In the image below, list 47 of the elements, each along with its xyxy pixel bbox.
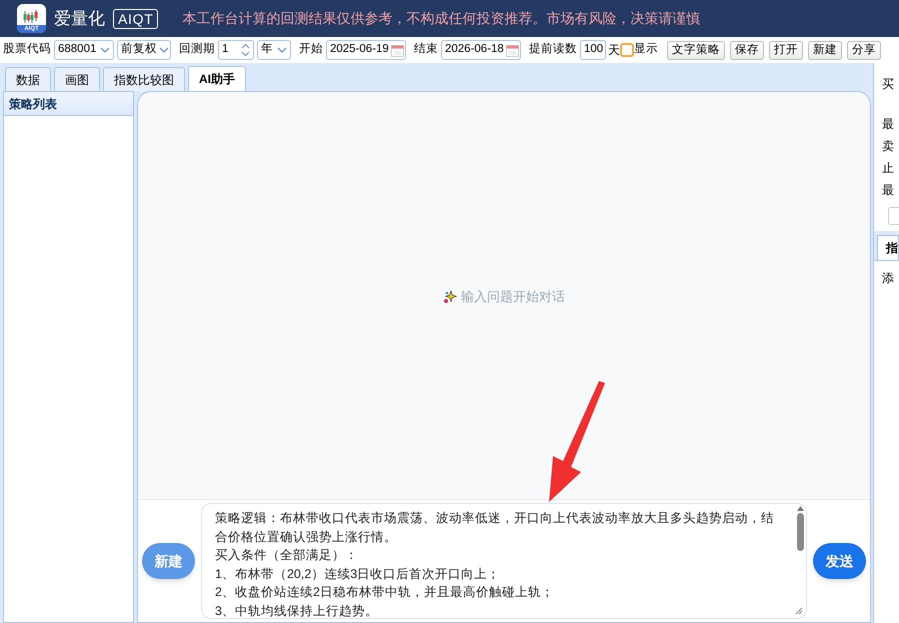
field-label: 最	[882, 116, 895, 133]
dropdown-icon	[100, 47, 110, 53]
send-button[interactable]: 发送	[813, 543, 866, 579]
stock-code-label: 股票代码	[3, 42, 51, 58]
dropdown-icon	[159, 47, 169, 53]
toolbar-button[interactable]: 文字策略	[667, 40, 725, 60]
period-spinner[interactable]: 1	[218, 40, 254, 60]
end-label: 结束	[414, 42, 438, 58]
spinner-icon	[241, 43, 250, 57]
period-unit-select[interactable]: 年	[257, 40, 291, 60]
sparkle-icon	[443, 290, 457, 304]
adjust-select[interactable]: 前复权	[117, 40, 171, 60]
dropdown-icon	[277, 47, 287, 53]
app-badge: AIQT	[113, 8, 158, 28]
end-date-field[interactable]: 2026-06-18	[441, 40, 521, 60]
calendar-icon	[390, 44, 404, 56]
toolbar-button[interactable]: 保存	[730, 40, 764, 60]
toolbar-button[interactable]: 打开	[769, 40, 803, 60]
tab[interactable]: 数据	[5, 67, 51, 91]
calendar-icon	[506, 44, 519, 56]
field-label: 添	[882, 270, 895, 287]
disclaimer-text: 本工作台计算的回测结果仅供参考，不构成任何投资推荐。市场有风险，决策请谨慎	[182, 9, 700, 28]
show-label: 显示	[634, 42, 658, 58]
scroll-up-icon[interactable]	[796, 506, 804, 511]
toolbar-button[interactable]: 新建	[808, 40, 842, 60]
tab[interactable]: AI助手	[188, 66, 246, 91]
toolbar-button[interactable]: 分享	[847, 40, 881, 60]
empty-chat-hint: 输入问题开始对话	[461, 288, 565, 306]
message-field[interactable]: 策略逻辑：布林带收口代表市场震荡、波动率低迷，开口向上代表波动率放大且多头趋势启动，结合价格位置确认强势上涨行情。 买入条件（全部满足）： 1、布林带（20,2）连续3日收口后首次开口向上； 2、收盘价站连续2日稳布林带中轨，并且最高价触碰上轨； 3、中轨均线保持上行趋势。	[201, 503, 807, 619]
field-label: 买	[882, 76, 895, 93]
panel-title: 策略列表	[9, 96, 57, 112]
field-label: 卖	[882, 138, 895, 155]
period-label: 回测期	[179, 42, 215, 58]
field-label: 最	[882, 182, 895, 199]
start-date-field[interactable]: 2025-06-19	[326, 40, 406, 60]
field-label: 止	[882, 160, 895, 177]
tab[interactable]: 画图	[54, 67, 100, 91]
preload-label: 提前读数	[529, 42, 577, 58]
tab[interactable]: 指	[877, 235, 899, 260]
tab[interactable]: 指数比较图	[103, 67, 185, 91]
preload-field[interactable]: 100	[580, 40, 606, 60]
preload-unit: 天	[608, 42, 620, 59]
start-label: 开始	[299, 42, 323, 58]
show-checkbox[interactable]	[620, 43, 634, 57]
stock-code-select[interactable]: 688001	[54, 40, 114, 60]
app-name: 爱量化	[54, 8, 105, 30]
resize-grip-icon[interactable]	[795, 607, 803, 615]
